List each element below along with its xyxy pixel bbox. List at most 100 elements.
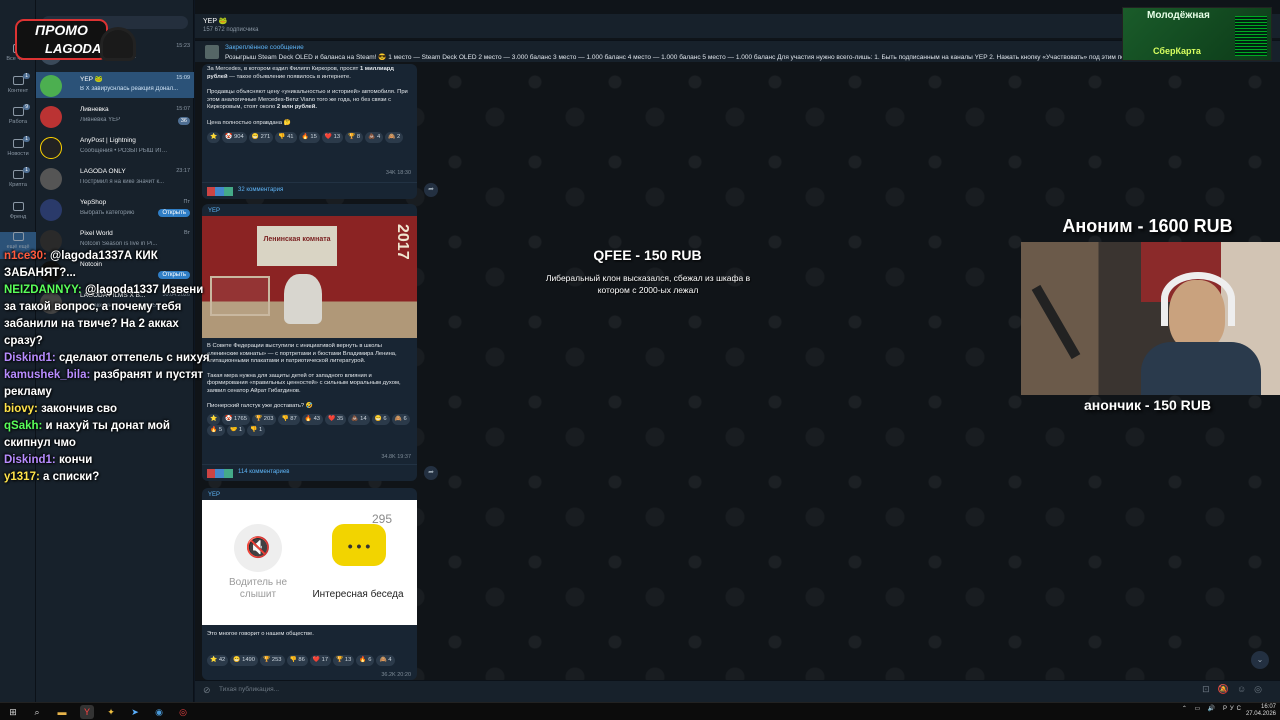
stream-chat-message: Diskind1: кончи [4,454,93,466]
reaction[interactable]: 🙈 6 [391,414,410,426]
stream-chat-message: NEIZDANNYY: @lagoda1337 Извени за такой … [4,284,204,347]
reaction[interactable]: ⭐ 42 [207,654,229,666]
post-text: Продавцы объясняют цену «уникальностью и… [207,89,408,111]
scroll-down-icon[interactable]: ⌄ [1251,651,1269,669]
app-icon[interactable]: ✦ [104,705,118,719]
reaction[interactable]: 😁 271 [248,131,274,143]
channel-post: YEP Ленинская комната 2017 В Совете Феде… [202,204,417,481]
channel-post: За Mercedes, в котором ездил Филипп Кирк… [202,64,417,199]
reaction[interactable]: 💩 4 [365,131,384,143]
pinned-text: Розыгрыш Steam Deck OLED и баланса на St… [225,54,1139,61]
chat-item[interactable]: LAGODA ONLY Пострмил я на кике значит к.… [36,165,194,191]
emoji-icon[interactable]: ☺ [1237,684,1254,694]
open-button[interactable]: Открыть [158,209,190,217]
bell-off-icon[interactable]: 🔕 [1218,684,1237,694]
reaction[interactable]: ❤️ 17 [309,654,332,666]
stream-chat-message: kamushek_bila: разбранят и пустят реклам… [4,369,204,398]
microphone-icon [1031,284,1081,360]
post-channel-name: YEP [208,208,221,214]
gift-icon[interactable]: ⊡ [1202,684,1218,694]
share-icon[interactable]: ➦ [424,466,438,480]
post-image[interactable]: 🔇 Водитель не слышит 295 • • • Интересна… [202,500,417,625]
last-donation: анончик - 150 RUB [1083,397,1211,413]
share-icon[interactable]: ➦ [424,183,438,197]
chat-item[interactable]: YepShop Выбрать категорию Пт Открыть [36,196,194,222]
photo-bust [284,274,322,324]
stream-chat-overlay: n1ce30: @lagoda1337А КИК ЗАБАНЯТ?... NEI… [4,248,216,486]
reaction[interactable]: 👎 41 [275,131,297,143]
avatar [40,75,62,97]
chat-item[interactable]: Ливневка Ливневка YEP 15:07 36 [36,103,194,129]
reactions-bar: ⭐ 🤡 904 😁 271 👎 41 🔥 15 ❤️ 13 🏆 8 💩 4 🙈 2 [202,130,417,145]
folder-news[interactable]: 1 Новости [0,136,36,166]
reaction[interactable]: 💩 14 [348,414,370,426]
reaction[interactable]: 🏆 253 [260,654,285,666]
reaction[interactable]: ⭐ [207,131,221,143]
telegram-icon[interactable]: ➤ [128,705,142,719]
forward-icon[interactable]: ◎ [1254,684,1270,694]
reaction[interactable]: 🤡 904 [222,131,247,143]
post-meta: 34.8K 19:37 [381,454,411,460]
chat-preview: Сообщения • РОЗЫГРЫШ ИГ... [80,148,168,154]
reaction[interactable]: 🔥 43 [301,414,324,426]
reaction[interactable]: 🏆 8 [345,131,364,143]
yandex-browser-icon[interactable]: Y [80,705,94,719]
post-text: Такая мера нужна для защиты детей от зап… [207,372,401,394]
reaction[interactable]: 🏆 13 [333,654,355,666]
chat-preview: Пострмил я на кике значит к... [80,179,165,185]
stream-chat-message: biovy: закончив сво [4,403,117,415]
chat-name: AnyPost | Lightning [80,137,136,144]
comments-link[interactable]: 32 комментария [202,182,417,198]
reaction[interactable]: 🙈 2 [385,131,404,143]
reaction[interactable]: 🔥 15 [298,131,320,143]
system-tray[interactable]: ⌃ ▭ 🔊 РУС [1182,705,1244,712]
stream-chat-message: Diskind1: сделают оттепель с нихуя [4,352,210,364]
pinned-message[interactable]: Закреплённое сообщение Розыгрыш Steam De… [195,40,1280,62]
folder-content[interactable]: 1 Контент [0,73,36,103]
folder-work[interactable]: 9 Работа [0,104,36,134]
reaction[interactable]: 🤝 1 [227,425,246,437]
reaction[interactable]: ❤️ 35 [325,414,347,426]
folder-icon[interactable]: ▬ [55,705,69,719]
chat-preview: Ливневка YEP [80,117,121,123]
folder-icon [12,170,24,179]
reaction[interactable]: 🔥 6 [356,654,375,666]
reaction[interactable]: 👎 86 [286,654,308,666]
post-photo[interactable]: Ленинская комната 2017 [202,216,417,338]
post-text: Это многое говорит о нашем обществе. [207,631,314,637]
folder-crypto[interactable]: 1 Крипта [0,167,36,197]
composer-input[interactable]: Тихая публикация... [219,686,279,693]
reaction[interactable]: 😁 6 [371,414,390,426]
reaction[interactable]: 🤡 1765 [222,414,250,426]
reaction[interactable]: 😁 1490 [230,654,259,666]
start-icon[interactable]: ⊞ [6,705,20,719]
attach-icon[interactable]: ⊘ [203,685,211,696]
streamer-body [1141,342,1261,395]
channel-header[interactable]: YEP 🐸 157 672 подписчика [195,14,1280,38]
post-text: За Mercedes, в котором ездил Филипп Кирк… [207,66,394,80]
clock[interactable]: 16:07 27.04.2026 [1246,704,1276,718]
donation-message: Либеральный клон высказался, сбежал из ш… [545,273,751,295]
search-icon[interactable]: ⌕ [30,705,44,719]
ad-banner: Молодёжная СберКарта [1122,7,1272,61]
chat-name: YEP 🐸 [80,76,103,83]
chat-item-yep[interactable]: YEP 🐸 В X завируснлась реакция Донал... … [36,72,194,98]
reaction[interactable]: 🙈 4 [376,654,395,666]
obs-icon[interactable]: ◎ [176,705,190,719]
mute-icon: 🔇 [234,524,282,572]
folder-friend[interactable]: Френд [0,202,36,229]
chat-time: Пт [183,199,190,205]
browser-icon[interactable]: ◉ [152,705,166,719]
chat-item[interactable]: AnyPost | Lightning Сообщения • РОЗЫГРЫШ… [36,134,194,160]
comments-link[interactable]: 114 комментариев [202,464,417,480]
reactions-bar: ⭐ 🤡 1765 🏆 203 👎 87 🔥 43 ❤️ 35 💩 14 😁 6 🙈 6🔥 5 🤝 … [202,412,417,438]
folder-icon [12,232,24,241]
reaction[interactable]: ❤️ 13 [321,131,344,143]
reaction[interactable]: 🏆 203 [251,414,277,426]
reaction[interactable]: 👎 1 [247,425,266,437]
chat-time: 15:09 [176,75,190,81]
folder-icon [12,107,24,116]
message-composer: ⊘ Тихая публикация... ⊡🔕☺◎ [195,680,1280,702]
reaction[interactable]: 👎 87 [278,414,300,426]
chat-time: 15:23 [176,43,190,49]
